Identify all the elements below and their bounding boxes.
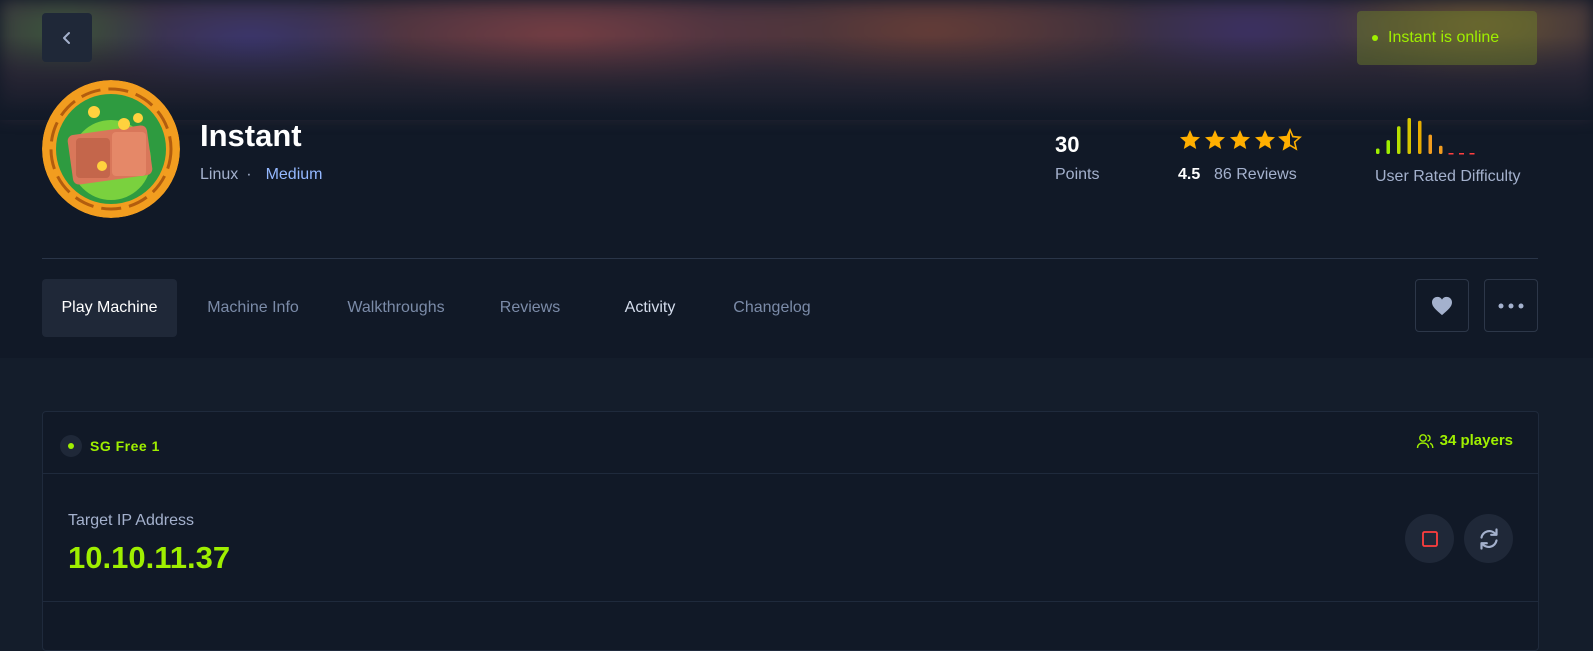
target-ip-label: Target IP Address [68, 512, 194, 529]
tab-walkthroughs[interactable]: Walkthroughs [332, 279, 460, 337]
tab-changelog[interactable]: Changelog [718, 279, 826, 337]
stop-machine-button[interactable] [1405, 514, 1454, 563]
difficulty-bar [1386, 140, 1390, 154]
tab-reviews[interactable]: Reviews [482, 279, 578, 337]
target-ip-value[interactable]: 10.10.11.37 [68, 540, 230, 576]
users-icon [1416, 433, 1434, 448]
stop-icon [1421, 530, 1438, 547]
star-icon [1230, 130, 1250, 149]
star-half-icon [1278, 128, 1302, 151]
server-status-dot-icon [68, 443, 74, 449]
machine-name: Instant [200, 118, 302, 153]
reviews-count[interactable]: 86 Reviews [1214, 166, 1297, 184]
difficulty-bar [1397, 126, 1401, 154]
difficulty-chart [1376, 118, 1475, 155]
machine-meta: Linux · Medium [200, 166, 322, 184]
instance-card: SG Free 1 34 players Target IP Address 1… [42, 411, 1539, 651]
server-name: SG Free 1 [90, 438, 160, 454]
more-options-button[interactable] [1484, 279, 1538, 332]
difficulty-link[interactable]: Medium [266, 166, 323, 184]
refresh-icon [1479, 527, 1498, 550]
status-text: Instant is online [1388, 29, 1500, 46]
rating-value: 4.5 [1178, 166, 1201, 183]
points-value: 30 [1055, 132, 1080, 157]
machine-header: Instant is online Instant Linux · Medium… [0, 0, 1593, 358]
reset-machine-button[interactable] [1464, 514, 1513, 563]
header-divider [42, 258, 1538, 259]
rating-stars [1178, 128, 1302, 152]
difficulty-bar [1376, 148, 1380, 154]
card-divider [43, 601, 1538, 602]
tab-activity[interactable]: Activity [602, 279, 698, 337]
meta-separator: · [246, 166, 252, 183]
star-icon [1255, 130, 1275, 149]
difficulty-bar [1439, 145, 1443, 154]
difficulty-bar [1418, 120, 1422, 154]
players-count: 34 players [1416, 432, 1513, 449]
os-label: Linux [200, 166, 239, 183]
chevron-left-icon [63, 31, 70, 44]
server-tag[interactable]: SG Free 1 [60, 434, 160, 458]
instance-card-header: SG Free 1 34 players [43, 412, 1538, 474]
star-icon [1180, 130, 1200, 149]
back-button[interactable] [42, 13, 92, 62]
tab-machine-info[interactable]: Machine Info [190, 279, 316, 337]
more-horizontal-icon [1498, 303, 1524, 308]
star-icon [1205, 130, 1225, 149]
machine-status-badge: Instant is online [1357, 11, 1537, 65]
status-dot-icon [1372, 35, 1378, 41]
difficulty-bar [1407, 118, 1411, 154]
difficulty-bar [1428, 134, 1432, 154]
points-label: Points [1055, 166, 1100, 183]
heart-icon [1432, 296, 1452, 315]
difficulty-bar-empty [1459, 153, 1464, 155]
difficulty-label: User Rated Difficulty [1375, 168, 1521, 185]
machine-avatar [42, 80, 180, 218]
difficulty-bar-empty [1469, 153, 1475, 155]
difficulty-bar-empty [1448, 153, 1454, 155]
tab-play-machine[interactable]: Play Machine [42, 279, 177, 337]
favorite-button[interactable] [1415, 279, 1469, 332]
players-text: 34 players [1439, 432, 1513, 449]
